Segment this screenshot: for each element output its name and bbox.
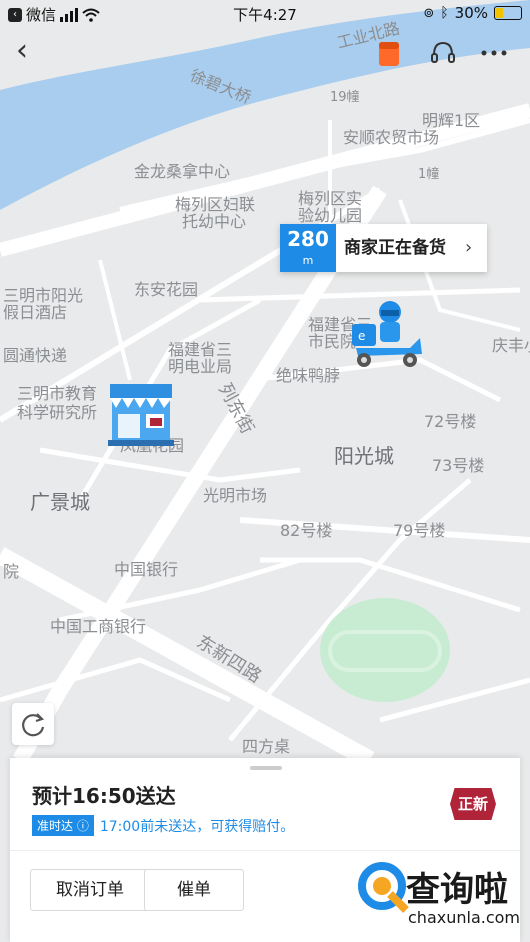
status-bar: ‹ 微信 下午4:27 ⊚ ᛒ 30% xyxy=(0,0,530,28)
ontime-badge-label: 准时达 xyxy=(37,819,74,833)
map-label: 广景城 xyxy=(30,490,90,514)
urge-order-button[interactable]: 催单 xyxy=(144,869,244,911)
distance-unit: m xyxy=(302,254,314,267)
watermark: 查询啦 chaxunla.com xyxy=(356,858,522,938)
distance-value: 280 xyxy=(287,227,329,251)
map-label: 科学研究所 xyxy=(17,403,98,422)
map-label: 庆丰小 xyxy=(492,336,530,355)
map-label: 验幼儿园 xyxy=(298,206,363,225)
park xyxy=(320,598,450,702)
nav-bar: ‹ xyxy=(0,28,530,78)
recenter-button[interactable] xyxy=(12,703,54,745)
courier-scooter-icon[interactable]: e xyxy=(350,298,426,370)
map-label: 1幢 xyxy=(418,167,440,182)
red-packet-icon[interactable] xyxy=(374,38,404,68)
refresh-icon xyxy=(22,713,45,737)
divider xyxy=(10,850,520,851)
map-label: 阳光城 xyxy=(334,444,394,468)
rotation-lock-icon: ⊚ xyxy=(423,5,435,21)
shop-logo[interactable]: 正新 xyxy=(450,788,496,820)
bluetooth-icon: ᛒ xyxy=(440,5,449,21)
map-label: 安顺农贸市场 xyxy=(343,128,440,147)
ontime-badge: 准时达 ⓘ xyxy=(32,815,94,836)
watermark-domain: chaxunla.com xyxy=(408,908,520,927)
store-marker-icon[interactable] xyxy=(106,374,178,448)
ontime-text: 17:00前未送达，可获得赔付。 xyxy=(99,818,295,835)
map-label: 82号楼 xyxy=(280,521,333,540)
back-button[interactable]: ‹ xyxy=(16,36,46,66)
map-label: 市民院 xyxy=(308,332,357,351)
map-label: 中国工商银行 xyxy=(50,617,147,636)
map-label: 19幢 xyxy=(330,90,360,105)
map-label: 托幼中心 xyxy=(182,212,247,231)
map-label: 光明市场 xyxy=(203,486,268,505)
map-label: 中国银行 xyxy=(114,560,179,579)
map-label: 东安花园 xyxy=(134,280,199,299)
eta-text: 预计16:50送达 xyxy=(32,784,176,808)
map-label: 79号楼 xyxy=(393,521,446,540)
delivery-status-bubble[interactable]: 280 m 商家正在备货 › xyxy=(280,224,487,272)
watermark-title: 查询啦 xyxy=(406,870,508,910)
watermark-logo-icon xyxy=(358,862,409,913)
map-label: 73号楼 xyxy=(432,456,485,475)
map-label: 金龙桑拿中心 xyxy=(134,162,231,181)
delivery-status-text: 商家正在备货 xyxy=(344,238,446,258)
map-label: 假日酒店 xyxy=(3,303,68,322)
map-label: 圆通快递 xyxy=(3,346,68,365)
sheet-handle[interactable] xyxy=(250,766,282,770)
cancel-order-button[interactable]: 取消订单 xyxy=(30,869,150,911)
more-icon[interactable] xyxy=(478,38,508,68)
svg-text:e: e xyxy=(358,329,365,343)
map-label: 绝味鸭脖 xyxy=(276,366,341,385)
distance-badge: 280 m xyxy=(280,224,336,272)
map-label: 四方桌 xyxy=(242,737,291,756)
ontime-guarantee[interactable]: 准时达 ⓘ 17:00前未送达，可获得赔付。 xyxy=(32,815,294,836)
status-right: ⊚ ᛒ 30% xyxy=(423,4,522,22)
battery-icon xyxy=(494,6,522,20)
map-label: 72号楼 xyxy=(424,412,477,431)
customer-service-icon[interactable] xyxy=(428,38,458,68)
map-label: 院 xyxy=(3,562,20,581)
battery-percent: 30% xyxy=(454,4,488,22)
chevron-right-icon: › xyxy=(465,237,473,258)
